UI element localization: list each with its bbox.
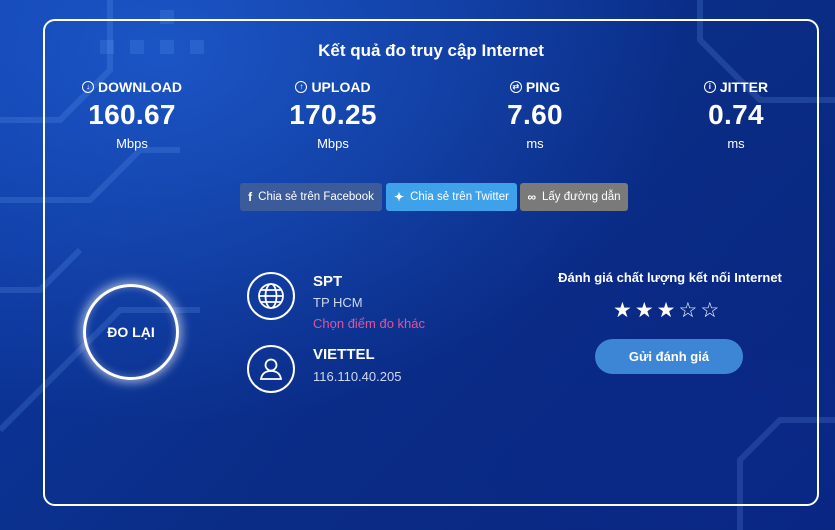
metric-value: 0.74 bbox=[708, 99, 764, 130]
share-facebook-button[interactable]: f Chia sẻ trên Facebook bbox=[240, 183, 382, 211]
metric-label: PING bbox=[525, 79, 561, 95]
metric-label: UPLOAD bbox=[311, 79, 371, 95]
metric-ping: ⇄ PING 7.60 ms bbox=[450, 79, 620, 151]
server-name: SPT bbox=[313, 273, 343, 290]
page-title: Kết quả đo truy cập Internet bbox=[318, 41, 544, 60]
metric-value: 170.25 bbox=[289, 99, 377, 130]
metric-unit: ms bbox=[727, 136, 745, 151]
globe-icon bbox=[247, 272, 295, 320]
metric-download: ↓ DOWNLOAD 160.67 Mbps bbox=[47, 79, 217, 151]
share-twitter-label: Chia sẻ trên Twitter bbox=[410, 191, 509, 203]
metric-jitter: i JITTER 0.74 ms bbox=[651, 79, 821, 151]
retest-button[interactable]: ĐO LẠI bbox=[83, 284, 179, 380]
metric-unit: ms bbox=[526, 136, 544, 151]
star-empty-icon[interactable]: ☆ bbox=[700, 300, 719, 321]
twitter-icon: ✦ bbox=[394, 190, 405, 204]
share-twitter-button[interactable]: ✦ Chia sẻ trên Twitter bbox=[386, 183, 517, 211]
metric-label: JITTER bbox=[719, 79, 769, 95]
rating-title: Đánh giá chất lượng kết nối Internet bbox=[558, 270, 782, 285]
facebook-icon: f bbox=[248, 190, 253, 204]
isp-name: VIETTEL bbox=[313, 346, 375, 363]
server-location: TP HCM bbox=[313, 295, 363, 310]
link-icon: ∞ bbox=[527, 190, 536, 204]
arrow-down-circle-icon: ↓ bbox=[82, 81, 94, 93]
metric-unit: Mbps bbox=[116, 136, 148, 151]
submit-rating-button[interactable]: Gửi đánh giá bbox=[595, 339, 743, 374]
metric-upload: ↑ UPLOAD 170.25 Mbps bbox=[248, 79, 418, 151]
copy-link-button[interactable]: ∞ Lấy đường dẫn bbox=[520, 183, 628, 211]
client-ip: 116.110.40.205 bbox=[313, 369, 402, 384]
metric-value: 160.67 bbox=[88, 99, 176, 130]
star-filled-icon[interactable]: ★ bbox=[635, 300, 654, 321]
copy-link-label: Lấy đường dẫn bbox=[542, 191, 621, 203]
metric-unit: Mbps bbox=[317, 136, 349, 151]
star-empty-icon[interactable]: ☆ bbox=[678, 300, 697, 321]
info-circle-icon: i bbox=[703, 81, 716, 93]
user-icon bbox=[247, 345, 295, 393]
metric-value: 7.60 bbox=[507, 99, 563, 130]
change-server-link[interactable]: Chọn điểm đo khác bbox=[313, 316, 425, 331]
rating-stars[interactable]: ★ ★ ★ ☆ ☆ bbox=[613, 300, 719, 321]
result-panel: Kết quả đo truy cập Internet ↓ DOWNLOAD … bbox=[43, 19, 819, 506]
share-facebook-label: Chia sẻ trên Facebook bbox=[258, 191, 374, 203]
ping-icon: ⇄ bbox=[509, 81, 522, 93]
metric-label: DOWNLOAD bbox=[98, 79, 182, 95]
star-filled-icon[interactable]: ★ bbox=[613, 300, 632, 321]
arrow-up-circle-icon: ↑ bbox=[295, 81, 308, 93]
star-filled-icon[interactable]: ★ bbox=[657, 300, 676, 321]
